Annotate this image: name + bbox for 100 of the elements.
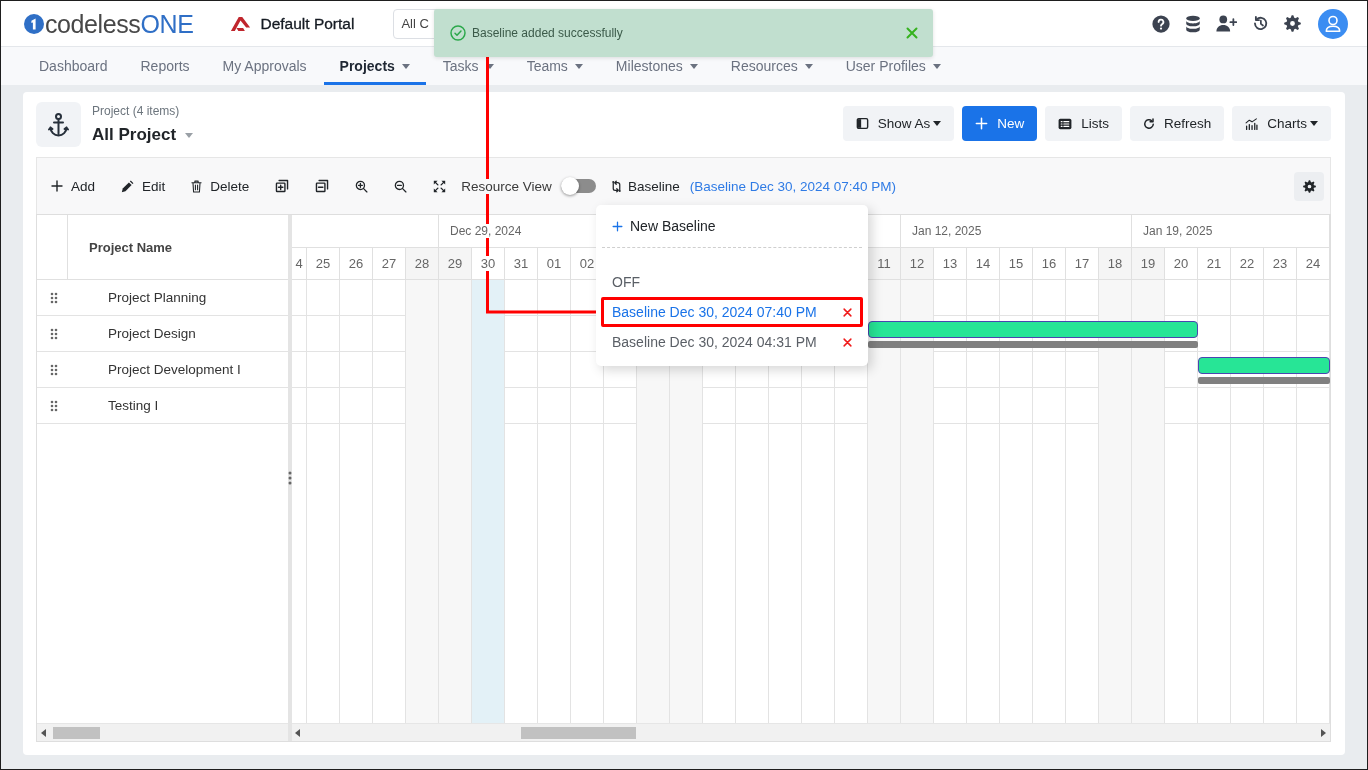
settings-button[interactable] <box>1294 171 1324 201</box>
horizontal-scrollbar[interactable] <box>37 723 288 741</box>
square-plus-icon[interactable] <box>275 179 290 193</box>
scroll-left-icon[interactable] <box>295 728 300 737</box>
row-name[interactable]: Project Planning <box>108 290 207 305</box>
view-title[interactable]: All Project <box>92 124 177 146</box>
day-header: 15 <box>1008 256 1024 271</box>
edit-button[interactable]: Edit <box>121 178 166 194</box>
new-button[interactable]: New <box>962 106 1038 141</box>
add-button[interactable]: Add <box>51 178 96 194</box>
zoom-out-icon[interactable] <box>394 179 408 193</box>
logo-text: codelessONE <box>45 8 194 39</box>
day-header: 18 <box>1107 256 1123 271</box>
horizontal-scrollbar[interactable] <box>292 723 1330 741</box>
nav-tab[interactable]: Reports <box>124 58 206 85</box>
baseline-option[interactable]: Baseline Dec 30, 2024 04:31 PM <box>601 327 863 357</box>
baseline-link[interactable]: (Baseline Dec 30, 2024 07:40 PM) <box>689 178 897 194</box>
task-bar[interactable] <box>1198 357 1330 374</box>
scroll-right-icon[interactable] <box>1321 728 1326 737</box>
toast-message: Baseline added successfully <box>472 26 623 40</box>
nav-tab[interactable]: Projects <box>323 58 426 85</box>
logo-mark-icon <box>24 13 44 34</box>
delete-button[interactable]: Delete <box>191 178 250 194</box>
day-header: 27 <box>381 256 397 271</box>
day-header: 26 <box>348 256 364 271</box>
lists-button[interactable]: Lists <box>1045 106 1122 141</box>
anchor-icon <box>36 102 81 147</box>
day-header: 02 <box>579 256 595 271</box>
caret-icon <box>185 132 194 138</box>
nav-tab[interactable]: Milestones <box>599 58 714 85</box>
square-minus-icon[interactable] <box>315 179 330 193</box>
drag-handle-icon[interactable] <box>50 327 58 340</box>
day-header: 13 <box>942 256 958 271</box>
nav-tab[interactable]: Resources <box>714 58 829 85</box>
expand-arrows-icon[interactable] <box>433 179 447 193</box>
task-bar[interactable] <box>868 321 1198 338</box>
database-icon[interactable] <box>1185 14 1201 33</box>
avatar-icon[interactable] <box>1318 8 1348 39</box>
refresh-button[interactable]: Refresh <box>1129 106 1225 141</box>
history-icon[interactable] <box>1252 15 1269 32</box>
portal-icon <box>230 15 252 32</box>
nav-tab[interactable]: User Profiles <box>829 58 957 85</box>
scroll-left-icon[interactable] <box>41 728 46 737</box>
nav-tab[interactable]: Teams <box>510 58 599 85</box>
chart-icon <box>1245 117 1259 130</box>
day-header: 01 <box>546 256 562 271</box>
week-header: Jan 19, 2025 <box>1143 224 1213 238</box>
row-name[interactable]: Project Development I <box>108 362 241 377</box>
sidebar-icon <box>855 117 869 130</box>
day-header: 14 <box>975 256 991 271</box>
list-icon <box>1058 117 1073 130</box>
day-header: 12 <box>909 256 925 271</box>
baseline-option[interactable]: OFF <box>601 267 863 297</box>
delete-icon[interactable] <box>843 337 852 347</box>
delete-icon[interactable] <box>843 307 852 317</box>
scrollbar-thumb[interactable] <box>53 726 100 739</box>
day-header: 24 <box>1305 256 1321 271</box>
help-icon[interactable] <box>1152 14 1170 33</box>
day-header: 25 <box>315 256 331 271</box>
day-header: 21 <box>1206 256 1222 271</box>
splitter-handle-icon[interactable] <box>288 471 292 485</box>
trash-icon <box>191 179 203 193</box>
day-header: 22 <box>1239 256 1255 271</box>
day-header: 30 <box>480 256 496 271</box>
nav-tab[interactable]: My Approvals <box>206 58 323 85</box>
plus-icon <box>51 180 63 192</box>
plus-icon <box>975 117 989 130</box>
day-header: 23 <box>1272 256 1288 271</box>
scrollbar-thumb[interactable] <box>521 726 636 739</box>
nav-tab[interactable]: Tasks <box>426 58 510 85</box>
show-as-button[interactable]: Show As <box>842 106 955 141</box>
baseline-button[interactable]: Baseline <box>609 178 680 194</box>
charts-button[interactable]: Charts <box>1232 106 1331 141</box>
day-header: 16 <box>1041 256 1057 271</box>
day-header: 31 <box>513 256 529 271</box>
portal-name[interactable]: Default Portal <box>260 14 355 33</box>
row-name[interactable]: Testing I <box>108 398 159 413</box>
add-user-icon[interactable] <box>1216 15 1237 32</box>
day-header: 17 <box>1074 256 1090 271</box>
week-header: Jan 12, 2025 <box>912 224 982 238</box>
day-header: 28 <box>414 256 430 271</box>
view-subtitle: Project (4 items) <box>92 104 181 118</box>
plus-icon <box>612 220 623 232</box>
row-name[interactable]: Project Design <box>108 326 196 341</box>
day-header: 20 <box>1173 256 1189 271</box>
zoom-in-icon[interactable] <box>355 179 369 193</box>
new-baseline-button[interactable]: New Baseline <box>601 213 863 239</box>
column-header[interactable]: Project Name <box>68 215 288 279</box>
sync-arrows-icon <box>609 179 623 193</box>
nav-tab[interactable]: Dashboard <box>23 58 124 85</box>
drag-handle-icon[interactable] <box>50 399 58 412</box>
check-circle-icon <box>450 25 466 41</box>
settings-icon <box>1302 179 1316 193</box>
settings-icon[interactable] <box>1284 15 1301 32</box>
drag-handle-icon[interactable] <box>50 291 58 304</box>
day-header: 29 <box>447 256 463 271</box>
resource-view-toggle[interactable] <box>560 176 596 196</box>
baseline-option[interactable]: Baseline Dec 30, 2024 07:40 PM <box>601 297 863 327</box>
drag-handle-icon[interactable] <box>50 363 58 376</box>
refresh-icon <box>1142 117 1155 130</box>
